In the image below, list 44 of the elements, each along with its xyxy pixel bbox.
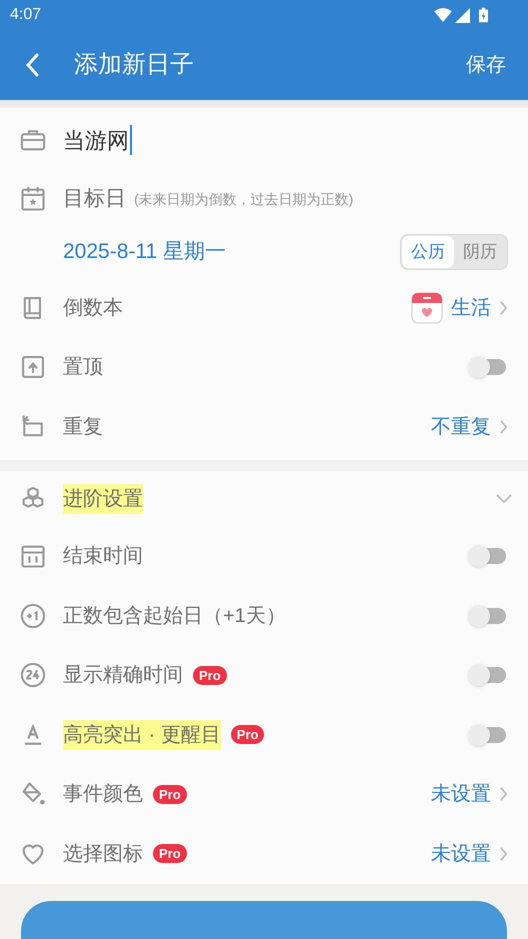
page-title: 添加新日子 (74, 50, 194, 80)
setting-value[interactable]: 不重复 (431, 412, 491, 442)
setting-label: 显示精确时间 (63, 663, 183, 688)
target-date-hint: (未来日期为倒数，过去日期为正数) (134, 190, 354, 209)
back-icon[interactable] (24, 53, 40, 77)
toggle-switch[interactable] (468, 545, 508, 568)
calendar-star-icon (19, 185, 47, 213)
name-field[interactable]: 当游网 (63, 124, 132, 156)
setting-label: 重复 (63, 414, 103, 440)
setting-value[interactable]: 未设置 (431, 838, 491, 869)
chevron-right-icon (499, 418, 508, 435)
setting-label: 倒数本 (63, 296, 123, 321)
setting-value[interactable]: 生活 (451, 292, 491, 323)
toggle-switch[interactable] (468, 724, 508, 746)
setting-label: 正数包含起始日（+1天） (63, 604, 286, 629)
setting-label: 事件颜色 (63, 782, 143, 808)
pro-badge: Pro (153, 784, 187, 804)
section-title: 进阶设置 (63, 484, 143, 514)
wifi-icon (434, 8, 452, 22)
setting-label: 结束时间 (63, 544, 143, 570)
chevron-down-icon[interactable] (496, 494, 512, 503)
pro-badge: Pro (230, 725, 264, 744)
pro-badge: Pro (193, 666, 227, 685)
toggle-switch[interactable] (468, 356, 508, 378)
toggle-switch[interactable] (468, 604, 508, 627)
date-value[interactable]: 2025-8-11 星期一 (63, 236, 226, 268)
status-time: 4:07 (10, 5, 42, 25)
setting-value[interactable]: 未设置 (431, 779, 491, 810)
plus-one-icon (19, 602, 47, 630)
save-action[interactable]: 保存 (466, 50, 506, 80)
chevron-right-icon (499, 300, 508, 316)
twenty-four-hours-icon (19, 661, 47, 690)
setting-label: 置顶 (63, 355, 103, 380)
chevron-right-icon (499, 846, 508, 862)
signal-icon (455, 8, 470, 22)
setting-label: 选择图标 (63, 842, 143, 867)
chevron-right-icon (499, 786, 508, 802)
calendar-tab[interactable]: 阴历 (454, 236, 506, 268)
calendar-tab[interactable]: 公历 (402, 236, 454, 268)
target-date-label: 目标日 (63, 186, 126, 212)
toggle-switch[interactable] (468, 664, 508, 686)
setting-label: 高亮突出 · 更醒目 (63, 720, 221, 750)
battery-icon (479, 7, 488, 23)
pro-badge: Pro (153, 844, 187, 864)
